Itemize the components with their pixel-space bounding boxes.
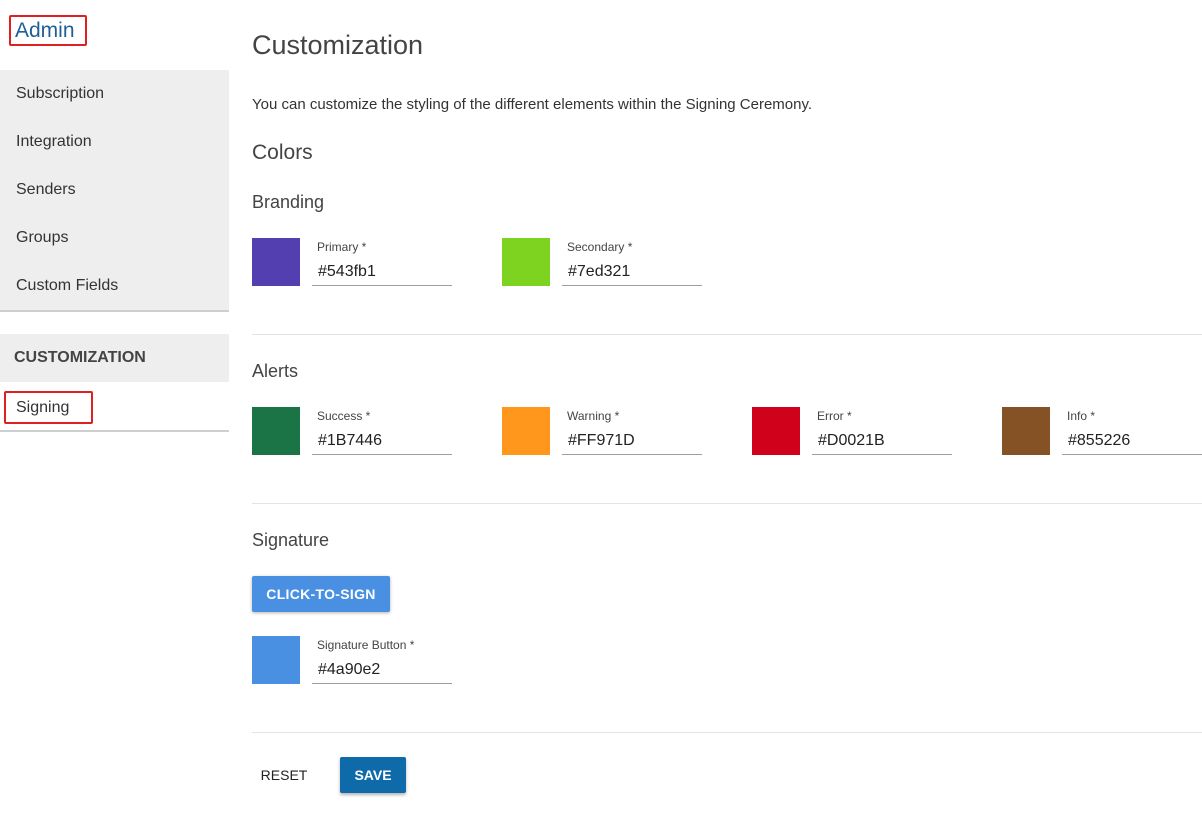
sidebar-item-senders[interactable]: Senders — [0, 166, 229, 214]
alerts-heading: Alerts — [252, 361, 299, 381]
divider — [252, 334, 1202, 335]
click-to-sign-preview-button[interactable]: CLICK-TO-SIGN — [252, 576, 390, 612]
sidebar-item-groups[interactable]: Groups — [0, 214, 229, 262]
success-color-field: Success * — [252, 407, 452, 455]
warning-color-swatch[interactable] — [502, 407, 550, 455]
signature-button-color-input[interactable] — [312, 654, 452, 684]
branding-heading: Branding — [252, 192, 325, 212]
warning-color-input[interactable] — [562, 425, 702, 455]
primary-color-field: Primary * — [252, 238, 452, 286]
signature-heading: Signature — [252, 530, 330, 550]
info-color-field: Info * — [1002, 407, 1202, 455]
error-color-input[interactable] — [812, 425, 952, 455]
warning-color-label: Warning * — [567, 409, 620, 423]
sidebar-item-signing-label[interactable]: Signing — [4, 391, 93, 424]
primary-color-swatch[interactable] — [252, 238, 300, 286]
secondary-color-swatch[interactable] — [502, 238, 550, 286]
secondary-color-field: Secondary * — [502, 238, 702, 286]
secondary-color-input[interactable] — [562, 256, 702, 286]
sidebar-item-custom-fields[interactable]: Custom Fields — [0, 262, 229, 310]
divider — [252, 503, 1202, 504]
primary-color-input[interactable] — [312, 256, 452, 286]
signature-button-color-swatch[interactable] — [252, 636, 300, 684]
colors-heading: Colors — [252, 141, 313, 164]
page-description: You can customize the styling of the dif… — [252, 96, 813, 113]
sidebar-section-customization: CUSTOMIZATION — [0, 334, 229, 382]
signature-button-color-field: Signature Button * — [252, 636, 452, 684]
warning-color-field: Warning * — [502, 407, 702, 455]
info-color-swatch[interactable] — [1002, 407, 1050, 455]
success-color-input[interactable] — [312, 425, 452, 455]
info-color-input[interactable] — [1062, 425, 1202, 455]
info-color-label: Info * — [1067, 409, 1096, 423]
signature-button-color-label: Signature Button * — [317, 638, 415, 652]
success-color-label: Success * — [317, 409, 371, 423]
customization-nav: CUSTOMIZATION Signing — [0, 334, 229, 432]
secondary-color-label: Secondary * — [567, 240, 633, 254]
error-color-swatch[interactable] — [752, 407, 800, 455]
error-color-field: Error * — [752, 407, 952, 455]
admin-nav: Subscription Integration Senders Groups … — [0, 70, 229, 312]
sidebar-item-integration[interactable]: Integration — [0, 118, 229, 166]
save-button[interactable]: SAVE — [340, 757, 406, 793]
success-color-swatch[interactable] — [252, 407, 300, 455]
primary-color-label: Primary * — [317, 240, 367, 254]
page-title: Customization — [252, 30, 424, 60]
reset-button[interactable]: RESET — [252, 757, 316, 793]
divider — [252, 732, 1202, 733]
sidebar-item-signing[interactable]: Signing — [0, 382, 229, 430]
sidebar-item-subscription[interactable]: Subscription — [0, 70, 229, 118]
admin-title[interactable]: Admin — [9, 15, 87, 46]
error-color-label: Error * — [817, 409, 852, 423]
